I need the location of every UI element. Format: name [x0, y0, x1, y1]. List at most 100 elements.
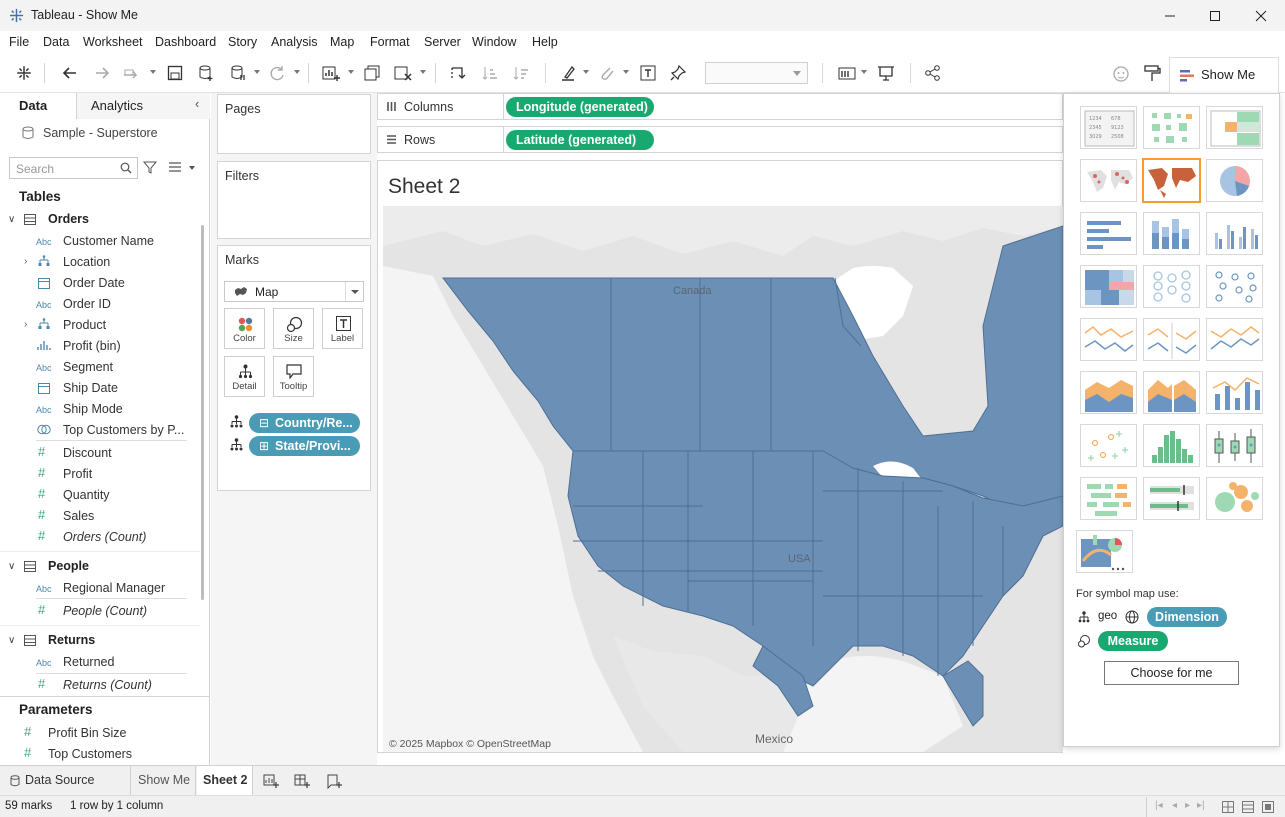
next-sheet-icon[interactable]: ▸ — [1185, 800, 1190, 811]
field-orders-count[interactable]: Orders (Count) — [63, 530, 146, 544]
menu-analysis[interactable]: Analysis — [271, 35, 318, 49]
size-button[interactable]: Size — [273, 308, 314, 349]
choose-for-me-button[interactable]: Choose for me — [1104, 661, 1239, 685]
format-painter-button[interactable] — [1141, 62, 1163, 84]
collapse-orders-icon[interactable]: ∨ — [8, 214, 15, 225]
chart-type-text-table[interactable]: 1234 678 2345 9123 3029 2508 — [1080, 106, 1137, 149]
chart-type-treemap[interactable] — [1080, 265, 1137, 308]
chart-type-highlight-table[interactable] — [1206, 106, 1263, 149]
param-top-customers[interactable]: Top Customers — [48, 747, 132, 761]
duplicate-sheet-button[interactable] — [361, 62, 383, 84]
columns-shelf[interactable]: Columns Longitude (generated) — [377, 93, 1063, 120]
param-profit-bin-size[interactable]: Profit Bin Size — [48, 726, 127, 740]
field-regional-manager[interactable]: Regional Manager — [63, 581, 165, 595]
chart-type-filled-map[interactable] — [1142, 158, 1201, 203]
dropdown-arrow-icon[interactable] — [150, 70, 156, 74]
chart-type-histogram[interactable] — [1143, 424, 1200, 467]
sort-ascending-button[interactable] — [479, 62, 501, 84]
menu-help[interactable]: Help — [532, 35, 558, 49]
expand-product-icon[interactable]: › — [24, 319, 27, 330]
save-button[interactable] — [164, 62, 186, 84]
pill-latitude[interactable]: Latitude (generated) — [506, 130, 654, 150]
menu-server[interactable]: Server — [424, 35, 461, 49]
rows-shelf[interactable]: Rows Latitude (generated) — [377, 126, 1063, 153]
chart-type-circle-views[interactable] — [1143, 265, 1200, 308]
highlight-button[interactable] — [557, 62, 579, 84]
field-ship-date[interactable]: Ship Date — [63, 381, 118, 395]
share-button[interactable] — [922, 62, 944, 84]
menu-dashboard[interactable]: Dashboard — [155, 35, 216, 49]
sheet-title[interactable]: Sheet 2 — [388, 175, 460, 199]
pill-country-region[interactable]: ⊟ Country/Re... — [249, 413, 360, 433]
dropdown-arrow-icon[interactable] — [623, 70, 629, 74]
dropdown-arrow-icon[interactable] — [583, 70, 589, 74]
menu-story[interactable]: Story — [228, 35, 257, 49]
field-product[interactable]: Product — [63, 318, 106, 332]
chart-type-continuous-lines[interactable] — [1080, 318, 1137, 361]
pill-state-province[interactable]: ⊞ State/Provi... — [249, 436, 360, 456]
mark-type-dropdown[interactable]: Map — [224, 281, 364, 302]
dropdown-arrow-icon[interactable] — [861, 70, 867, 74]
menu-data[interactable]: Data — [43, 35, 69, 49]
refresh-button[interactable] — [266, 62, 288, 84]
last-sheet-icon[interactable]: ▸| — [1197, 800, 1205, 811]
chart-type-discrete-lines[interactable] — [1143, 318, 1200, 361]
menu-format[interactable]: Format — [370, 35, 410, 49]
field-returns-count[interactable]: Returns (Count) — [63, 678, 152, 692]
filmstrip-view-icon[interactable] — [1222, 801, 1234, 813]
collapse-returns-icon[interactable]: ∨ — [8, 635, 15, 646]
new-worksheet-icon[interactable] — [263, 773, 279, 789]
mark-type-dropdown-toggle[interactable] — [345, 282, 363, 301]
tabs-view-icon[interactable] — [1262, 801, 1274, 813]
chart-type-gantt[interactable] — [1080, 477, 1137, 520]
undo-button[interactable] — [59, 62, 81, 84]
show-cards-button[interactable] — [836, 62, 858, 84]
map-attribution[interactable]: © 2025 Mapbox © OpenStreetMap — [389, 738, 551, 750]
tab-sheet-2[interactable]: Sheet 2 — [197, 766, 253, 795]
field-people-count[interactable]: People (Count) — [63, 604, 147, 618]
show-me-tab-button[interactable]: Show Me — [1169, 57, 1279, 93]
chart-type-scatter-plot[interactable] — [1080, 424, 1137, 467]
field-ship-mode[interactable]: Ship Mode — [63, 402, 123, 416]
fix-axes-button[interactable] — [667, 62, 689, 84]
dropdown-arrow-icon[interactable] — [294, 70, 300, 74]
table-returns[interactable]: Returns — [48, 633, 95, 647]
chart-type-dual-combination[interactable] — [1206, 371, 1263, 414]
chart-type-dual-lines[interactable] — [1206, 318, 1263, 361]
search-field[interactable]: Search — [9, 157, 138, 179]
pause-updates-button[interactable] — [227, 62, 249, 84]
previous-sheet-icon[interactable]: ◂ — [1172, 800, 1177, 811]
show-mark-labels-button[interactable] — [637, 62, 659, 84]
menu-window[interactable]: Window — [472, 35, 516, 49]
filters-card[interactable]: Filters — [217, 161, 371, 239]
field-order-id[interactable]: Order ID — [63, 297, 111, 311]
new-datasource-button[interactable] — [195, 62, 217, 84]
label-button[interactable]: Label — [322, 308, 363, 349]
map-view[interactable]: Canada USA Mexico © 2025 Mapbox © OpenSt… — [383, 206, 1063, 752]
field-returned[interactable]: Returned — [63, 655, 114, 669]
swap-rows-columns-button[interactable] — [447, 62, 469, 84]
maximize-button[interactable] — [1192, 0, 1238, 31]
menu-map[interactable]: Map — [330, 35, 354, 49]
tooltip-button[interactable]: Tooltip — [273, 356, 314, 397]
new-story-icon[interactable] — [326, 773, 342, 789]
dropdown-arrow-icon[interactable] — [348, 70, 354, 74]
collapse-pane-icon[interactable]: ‹ — [195, 96, 199, 111]
chart-type-horizontal-bars[interactable] — [1080, 212, 1137, 255]
scrollbar-thumb[interactable] — [201, 225, 204, 600]
pill-longitude[interactable]: Longitude (generated) — [506, 97, 654, 117]
new-dashboard-icon[interactable] — [294, 773, 310, 789]
field-discount[interactable]: Discount — [63, 446, 112, 460]
chart-type-side-by-side-circles[interactable] — [1206, 265, 1263, 308]
first-sheet-icon[interactable]: |◂ — [1155, 800, 1163, 811]
expand-hierarchy-icon[interactable]: ⊞ — [259, 439, 269, 453]
color-button[interactable]: Color — [224, 308, 265, 349]
fit-dropdown[interactable] — [705, 62, 808, 84]
tableau-home-button[interactable] — [13, 62, 35, 84]
chart-type-box-whisker[interactable] — [1206, 424, 1263, 467]
field-location[interactable]: Location — [63, 255, 110, 269]
field-sales[interactable]: Sales — [63, 509, 94, 523]
sort-descending-button[interactable] — [510, 62, 532, 84]
tableau-agent-button[interactable] — [1110, 62, 1132, 84]
clear-sheet-button[interactable] — [392, 62, 414, 84]
